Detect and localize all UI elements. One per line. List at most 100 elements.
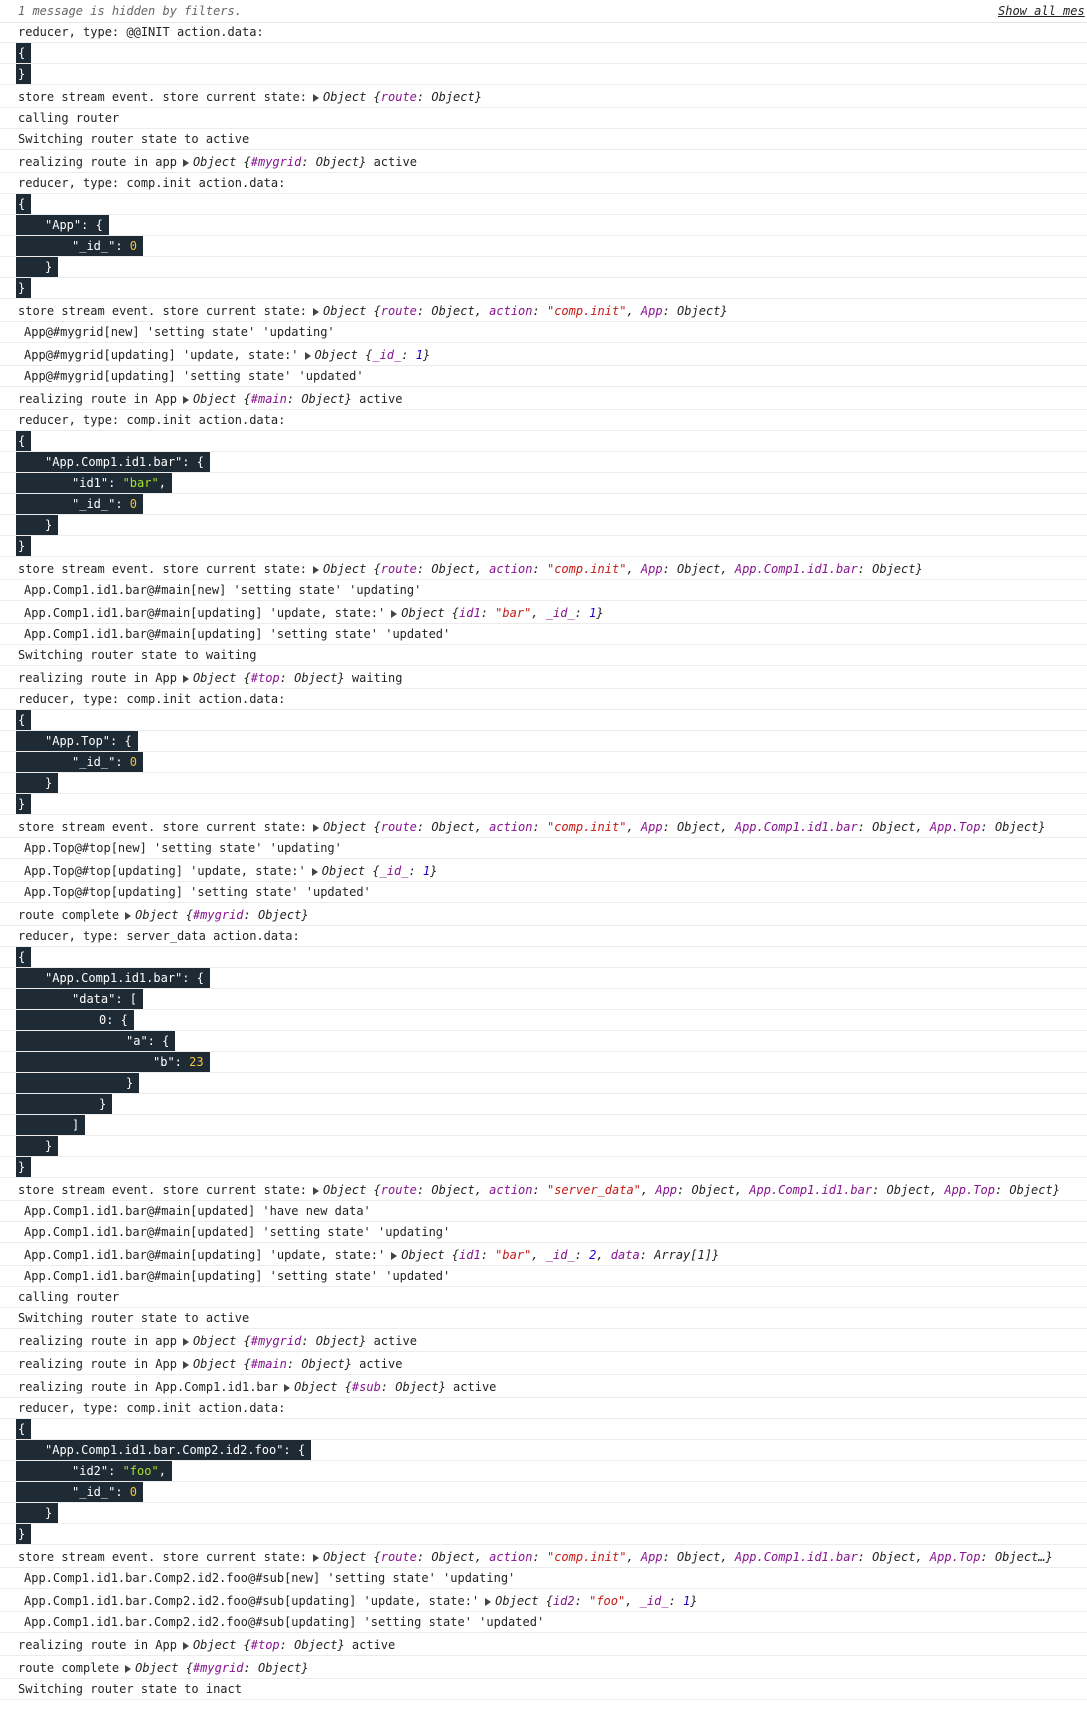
console-message: realizing route in App (18, 671, 177, 685)
expand-triangle-icon[interactable] (312, 565, 319, 574)
console-message-suffix: active (445, 1380, 497, 1394)
json-block: } (16, 257, 59, 277)
object-preview-part: "comp.init" (546, 562, 627, 576)
object-preview-part: : Object (301, 1334, 360, 1348)
object-preview[interactable]: Object {#top: Object} (193, 671, 345, 685)
object-preview[interactable]: Object {id1: "bar", _id_: 2, data: Array… (401, 1248, 719, 1262)
json-text: "a": { (126, 1034, 170, 1048)
object-preview-part: App.Top (944, 1183, 995, 1197)
object-preview[interactable]: Object {route: Object, action: "comp.ini… (323, 1550, 1053, 1564)
object-preview[interactable]: Object {route: Object, action: "comp.ini… (323, 304, 728, 318)
console-row: App.Comp1.id1.bar.Comp2.id2.foo@#sub[upd… (0, 1612, 1087, 1633)
console-row: "App.Comp1.id1.bar.Comp2.id2.foo": { (0, 1440, 1087, 1461)
hidden-messages-notice: 1 message is hidden by filters. (18, 4, 242, 18)
json-string: "bar" (122, 476, 159, 490)
expand-triangle-icon[interactable] (311, 867, 318, 876)
console-row: calling router (0, 108, 1087, 129)
expand-triangle-icon[interactable] (182, 1337, 189, 1346)
object-preview[interactable]: Object {#main: Object} (193, 392, 352, 406)
json-text: { (18, 46, 26, 60)
object-preview-part: id1 (459, 606, 481, 620)
object-preview-part: "bar" (495, 606, 532, 620)
console-row: App.Comp1.id1.bar@#main[updating] 'setti… (0, 624, 1087, 645)
expand-triangle-icon[interactable] (391, 1251, 398, 1260)
expand-triangle-icon[interactable] (312, 823, 319, 832)
object-prefix: Object { (401, 606, 460, 620)
object-preview-part: "comp.init" (546, 820, 627, 834)
object-preview[interactable]: Object {#main: Object} (193, 1357, 352, 1371)
object-suffix: } (344, 1357, 352, 1371)
console-row: "data": [ (0, 989, 1087, 1010)
json-block: "b": 23 (16, 1052, 210, 1072)
object-prefix: Object { (322, 820, 381, 834)
expand-triangle-icon[interactable] (312, 307, 319, 316)
object-preview[interactable]: Object {#sub: Object} (294, 1380, 446, 1394)
show-all-messages-link[interactable]: Show all mes (998, 4, 1085, 18)
expand-triangle-icon[interactable] (182, 1641, 189, 1650)
expand-triangle-icon[interactable] (485, 1597, 492, 1606)
object-preview-part: : Object, (662, 820, 735, 834)
expand-triangle-icon[interactable] (182, 674, 189, 683)
object-preview-part: App.Comp1.id1.bar (749, 1183, 873, 1197)
object-preview[interactable]: Object {id1: "bar", _id_: 1} (401, 606, 603, 620)
expand-triangle-icon[interactable] (312, 1553, 319, 1562)
console-message: store stream event. store current state: (18, 1183, 307, 1197)
object-preview[interactable]: Object {route: Object, action: "comp.ini… (323, 562, 923, 576)
console-row: { (0, 194, 1087, 215)
object-preview[interactable]: Object {_id_: 1} (322, 864, 438, 878)
object-preview-part: _id_ (372, 348, 402, 362)
expand-triangle-icon[interactable] (125, 1664, 132, 1673)
console-row: Switching router state to waiting (0, 645, 1087, 666)
console-row: } (0, 1524, 1087, 1545)
console-message: store stream event. store current state: (18, 304, 307, 318)
object-preview-part: action (489, 304, 533, 318)
expand-triangle-icon[interactable] (182, 158, 189, 167)
console-message: App.Comp1.id1.bar@#main[updated] 'have n… (24, 1204, 371, 1218)
json-block: } (16, 1136, 59, 1156)
expand-triangle-icon[interactable] (312, 93, 319, 102)
expand-triangle-icon[interactable] (312, 1186, 319, 1195)
object-suffix: } (1052, 1183, 1060, 1197)
object-suffix: } (301, 908, 309, 922)
object-preview[interactable]: Object {id2: "foo", _id_: 1} (495, 1594, 697, 1608)
json-block: "App.Top": { (16, 731, 138, 751)
json-block: "_id_": 0 (16, 752, 144, 772)
console-message: reducer, type: comp.init action.data: (18, 176, 286, 190)
object-preview-part: action (489, 820, 533, 834)
console-row: realizing route in App Object {#main: Obj… (0, 387, 1087, 410)
console-row: } (0, 257, 1087, 278)
expand-triangle-icon[interactable] (284, 1383, 291, 1392)
json-text: } (45, 518, 53, 532)
expand-triangle-icon[interactable] (125, 911, 132, 920)
object-preview[interactable]: Object {#mygrid: Object} (193, 155, 366, 169)
json-block: { (16, 947, 32, 967)
console-row: store stream event. store current state:… (0, 1178, 1087, 1201)
console-message: App@#mygrid[new] 'setting state' 'updati… (24, 325, 335, 339)
expand-triangle-icon[interactable] (391, 609, 398, 618)
expand-triangle-icon[interactable] (182, 395, 189, 404)
object-preview[interactable]: Object {#mygrid: Object} (135, 1661, 308, 1675)
console-row: App.Comp1.id1.bar@#main[updated] 'have n… (0, 1201, 1087, 1222)
json-text: } (18, 539, 26, 553)
object-preview[interactable]: Object {#mygrid: Object} (135, 908, 308, 922)
console-message-suffix: active (344, 1638, 396, 1652)
console-row: Switching router state to inact (0, 1679, 1087, 1700)
console-row: { (0, 43, 1087, 64)
object-preview[interactable]: Object {route: Object, action: "server_d… (323, 1183, 1060, 1197)
object-preview[interactable]: Object {#top: Object} (193, 1638, 345, 1652)
console-message: reducer, type: comp.init action.data: (18, 413, 286, 427)
console-row: } (0, 1136, 1087, 1157)
json-block: } (16, 278, 32, 298)
console-row: "App.Comp1.id1.bar": { (0, 452, 1087, 473)
console-row: Switching router state to active (0, 1308, 1087, 1329)
object-preview[interactable]: Object {_id_: 1} (315, 348, 431, 362)
object-preview-part: , (596, 1248, 611, 1262)
json-text: "_id_": (72, 239, 130, 253)
expand-triangle-icon[interactable] (304, 351, 311, 360)
object-preview[interactable]: Object {route: Object, action: "comp.ini… (323, 820, 1046, 834)
object-preview[interactable]: Object {#mygrid: Object} (193, 1334, 366, 1348)
expand-triangle-icon[interactable] (182, 1360, 189, 1369)
object-preview-part: : Object, (416, 1550, 490, 1564)
console-row: App.Comp1.id1.bar@#main[updating] 'updat… (0, 601, 1087, 624)
object-preview[interactable]: Object {route: Object} (323, 90, 482, 104)
